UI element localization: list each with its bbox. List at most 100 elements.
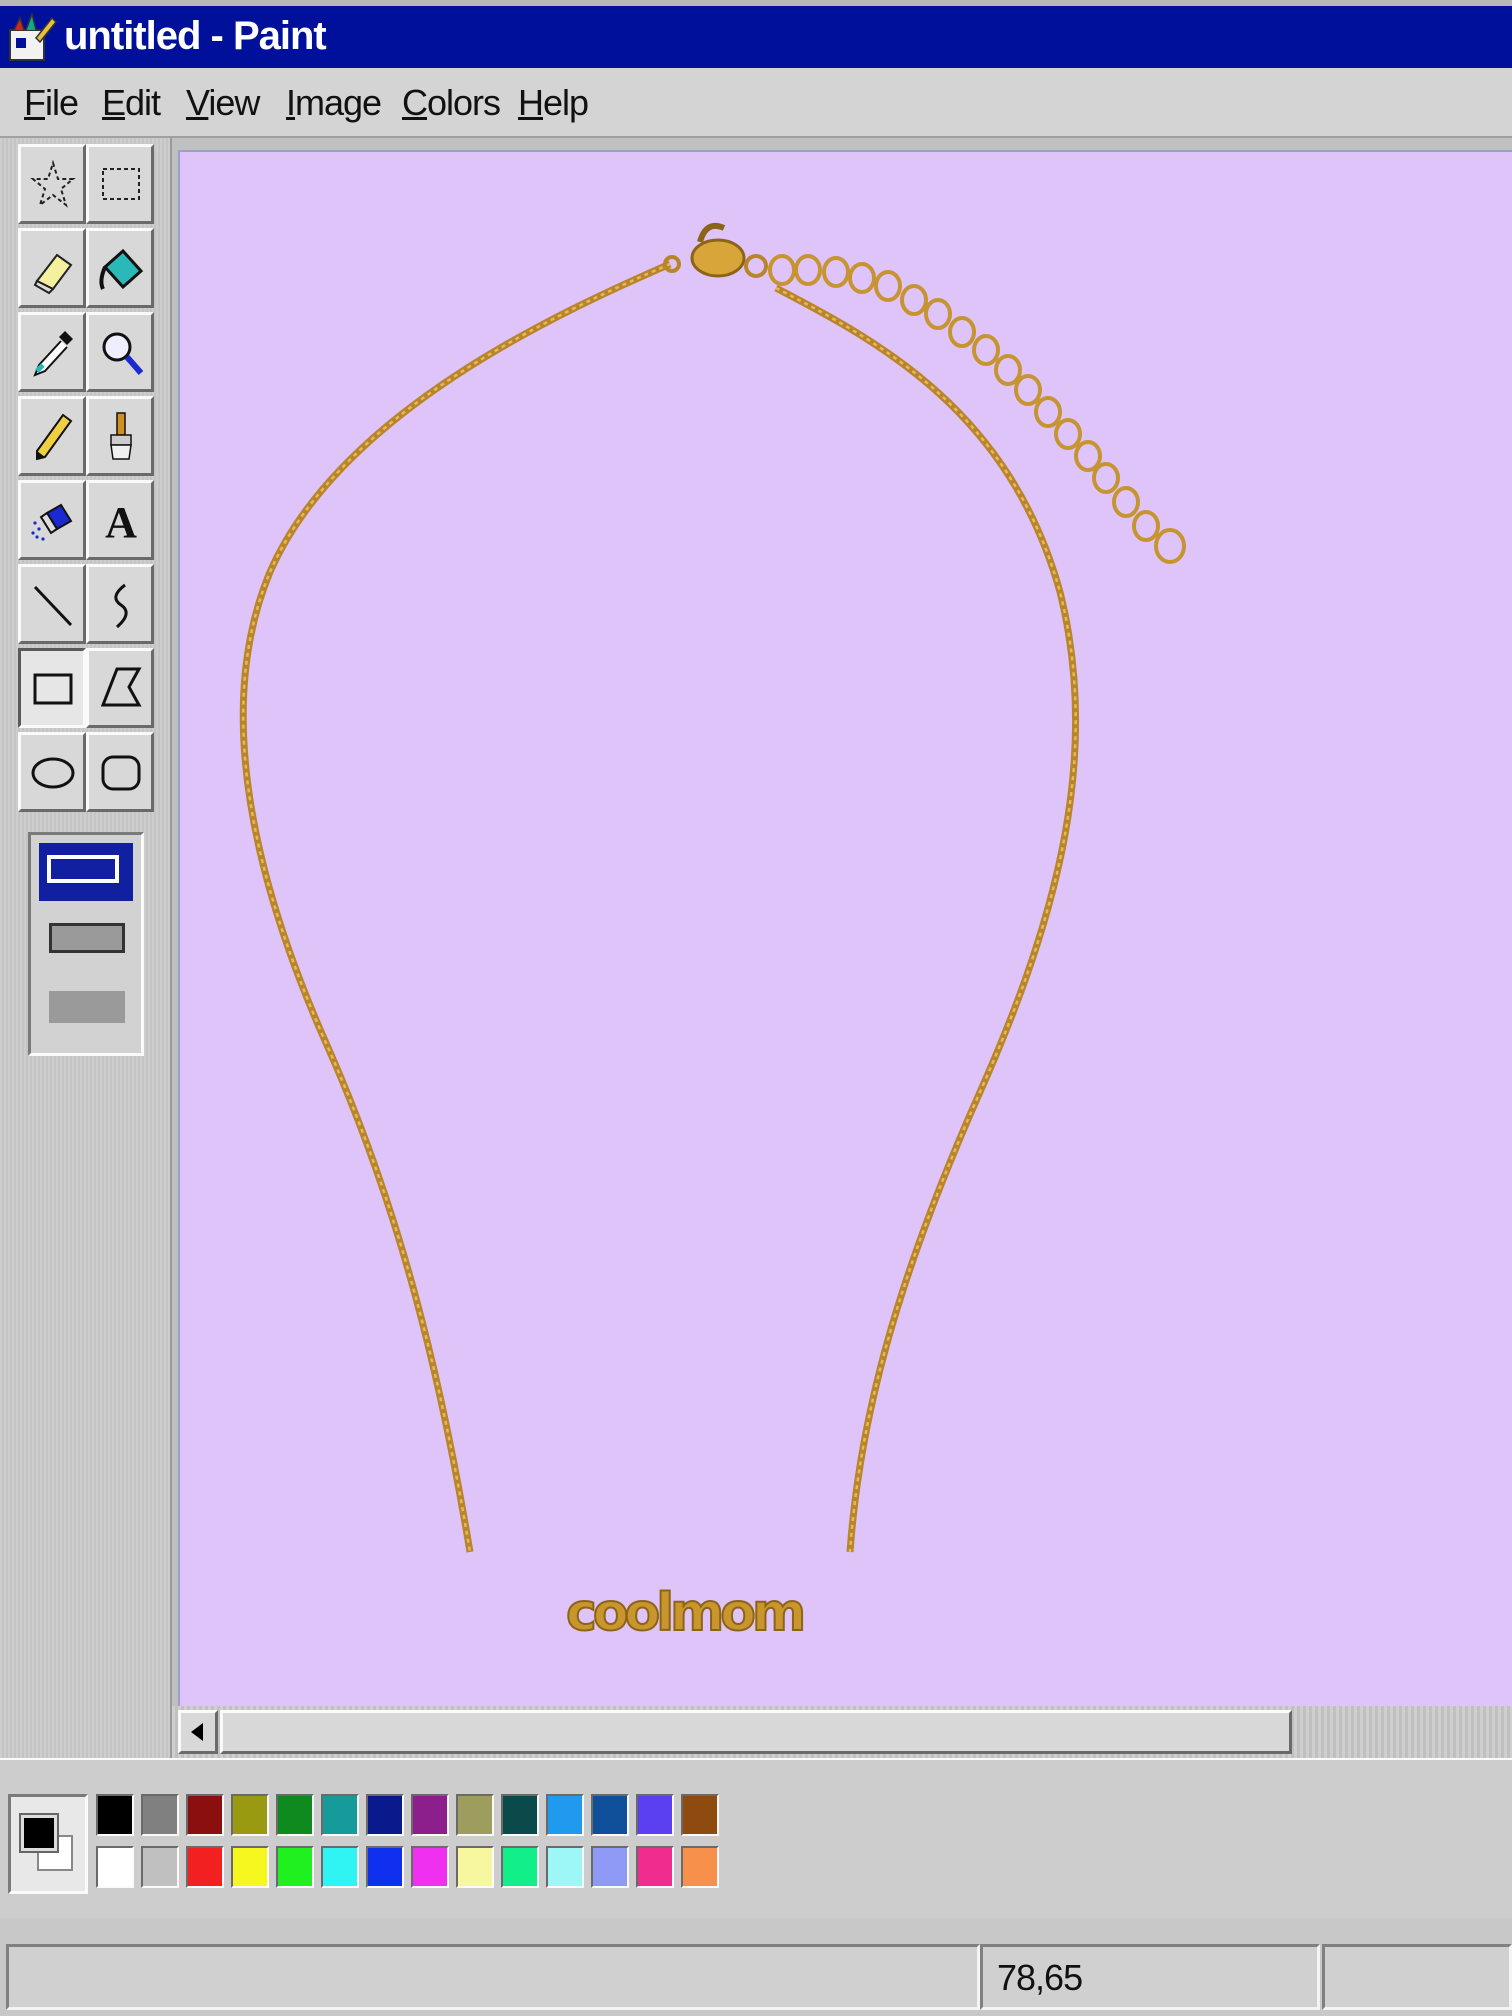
paint-bucket-icon (99, 248, 144, 290)
menu-edit[interactable]: Edit (102, 82, 161, 124)
tool-rectangle[interactable] (18, 648, 86, 728)
menu-colors-label: olors (427, 82, 501, 123)
tool-ellipse[interactable] (18, 732, 86, 812)
ellipse-icon (31, 757, 75, 789)
status-bar: 78,65 (0, 1930, 1512, 2016)
menu-file-label: ile (45, 82, 79, 123)
menu-image[interactable]: Image (286, 82, 382, 124)
palette-swatch[interactable] (366, 1794, 404, 1836)
tool-polygon[interactable] (86, 648, 154, 728)
tool-airbrush[interactable] (18, 480, 86, 560)
menu-edit-label: dit (125, 82, 161, 123)
magnifier-icon (102, 332, 144, 375)
fill-style-fill[interactable] (39, 979, 133, 1037)
tool-pencil[interactable] (18, 396, 86, 476)
fill-style-outline-fill[interactable] (39, 911, 133, 969)
menu-file-accel: F (24, 82, 46, 123)
pendant-text: coolmom (566, 1583, 803, 1643)
palette-swatch[interactable] (366, 1846, 404, 1888)
chain-right (774, 284, 1080, 1553)
palette-swatch[interactable] (636, 1846, 674, 1888)
lobster-clasp (663, 222, 768, 278)
palette-swatch[interactable] (231, 1794, 269, 1836)
toolbox: A (0, 138, 172, 1758)
scroll-left-arrow[interactable] (178, 1710, 218, 1754)
palette-swatch[interactable] (456, 1794, 494, 1836)
eyedropper-icon (33, 331, 73, 377)
tool-eraser[interactable] (18, 228, 86, 308)
palette-swatch[interactable] (411, 1846, 449, 1888)
text-icon: A (105, 498, 137, 547)
polygon-icon (100, 667, 142, 707)
menu-file[interactable]: File (24, 82, 79, 124)
palette-swatch[interactable] (141, 1794, 179, 1836)
tool-free-form-select[interactable] (18, 144, 86, 224)
curve-icon (114, 583, 128, 629)
airbrush-icon (31, 503, 73, 541)
rounded-rect-icon (101, 755, 141, 791)
chain-left (239, 260, 672, 1553)
eraser-icon (33, 253, 73, 295)
palette-swatch[interactable] (276, 1794, 314, 1836)
chain-left-highlight (241, 262, 671, 1553)
horizontal-scrollbar[interactable] (172, 1706, 1512, 1758)
current-colors[interactable] (8, 1794, 88, 1894)
tool-rounded-rectangle[interactable] (86, 732, 154, 812)
menu-colors-accel: C (402, 82, 428, 123)
tool-rect-select[interactable] (86, 144, 154, 224)
menu-help-label: elp (543, 82, 589, 123)
tool-pick-color[interactable] (18, 312, 86, 392)
status-size (1322, 1944, 1512, 2010)
menu-view[interactable]: View (186, 82, 260, 124)
palette-swatch[interactable] (546, 1794, 584, 1836)
palette-swatch[interactable] (456, 1846, 494, 1888)
tool-magnifier[interactable] (86, 312, 154, 392)
menu-help[interactable]: Help (518, 82, 589, 124)
fill-style-outline[interactable] (39, 843, 133, 901)
outline-preview (47, 855, 119, 883)
palette-swatch[interactable] (681, 1846, 719, 1888)
fill-preview (49, 991, 125, 1023)
menu-colors[interactable]: Colors (402, 82, 501, 124)
palette-swatch[interactable] (591, 1794, 629, 1836)
palette-swatch[interactable] (411, 1794, 449, 1836)
drawing-canvas[interactable]: coolmom (178, 150, 1512, 1710)
palette-swatch[interactable] (501, 1794, 539, 1836)
text-icon-glyph: A (105, 498, 137, 547)
chain-right-highlight (775, 286, 1077, 1553)
palette-swatch[interactable] (186, 1794, 224, 1836)
paint-app-icon (9, 12, 58, 61)
palette-swatch[interactable] (321, 1794, 359, 1836)
line-icon (33, 585, 73, 627)
palette-swatch[interactable] (546, 1846, 584, 1888)
palette-swatch[interactable] (501, 1846, 539, 1888)
tool-fill[interactable] (86, 228, 154, 308)
tool-line[interactable] (18, 564, 86, 644)
status-coordinates: 78,65 (980, 1944, 1320, 2010)
window-title: untitled - Paint (64, 14, 327, 58)
palette-swatch[interactable] (681, 1794, 719, 1836)
menu-view-accel: V (186, 82, 209, 123)
palette-swatch[interactable] (321, 1846, 359, 1888)
palette-swatch[interactable] (96, 1846, 134, 1888)
palette-swatch[interactable] (96, 1794, 134, 1836)
palette-swatch[interactable] (636, 1794, 674, 1836)
tool-curve[interactable] (86, 564, 154, 644)
palette-swatch[interactable] (186, 1846, 224, 1888)
scroll-thumb[interactable] (220, 1710, 1292, 1754)
outline-fill-preview (49, 923, 125, 953)
menu-image-label: mage (295, 82, 382, 123)
tool-text[interactable]: A (86, 480, 154, 560)
brush-icon (110, 412, 132, 460)
coordinates-text: 78,65 (997, 1957, 1083, 1998)
palette-swatch[interactable] (141, 1846, 179, 1888)
palette-swatch[interactable] (231, 1846, 269, 1888)
foreground-color-swatch[interactable] (19, 1813, 59, 1853)
tool-brush[interactable] (86, 396, 154, 476)
menu-image-accel: I (286, 82, 296, 123)
title-bar: untitled - Paint (0, 0, 1512, 68)
menu-view-label: iew (208, 82, 260, 123)
dotted-rect-icon (102, 168, 140, 200)
palette-swatch[interactable] (276, 1846, 314, 1888)
palette-swatch[interactable] (591, 1846, 629, 1888)
